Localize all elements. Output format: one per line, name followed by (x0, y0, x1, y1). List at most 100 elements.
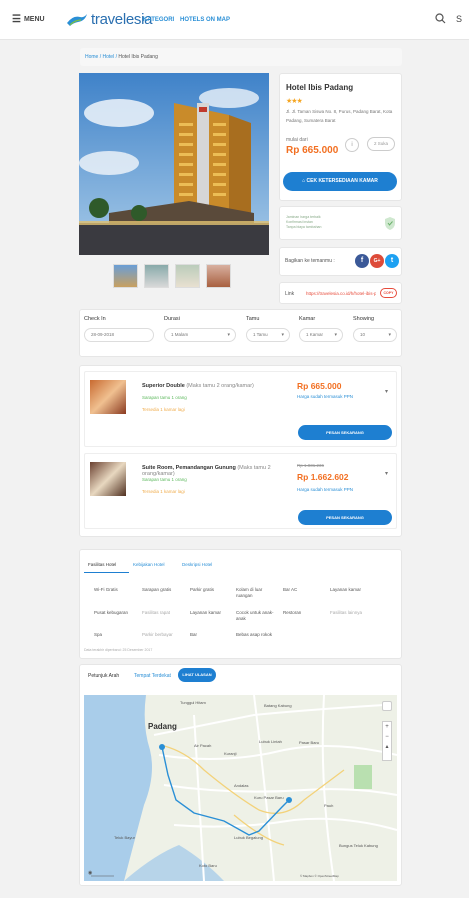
facility-item: Bar (190, 632, 198, 637)
view-reviews-button[interactable]: LIHAT ULASAN (178, 668, 216, 682)
price-from-label: mulai dari (286, 137, 308, 143)
thumbnail-4[interactable] (206, 264, 231, 288)
facilities-updated-note: Data terakhir diperbarui: 25 Desember 20… (84, 648, 153, 652)
facilities-card (79, 549, 402, 659)
thumbnail-2[interactable] (144, 264, 169, 288)
breadcrumb-home[interactable]: Home (85, 54, 98, 60)
guest-select[interactable]: 1 Tamu ▾ (246, 328, 290, 342)
showing-value: 10 (360, 332, 366, 337)
tab-description[interactable]: Deskripsi Hotel (182, 562, 212, 567)
share-url[interactable]: https://travelesia.co.id/h/hotel-ibis-pa… (306, 291, 376, 296)
link-label: Link (285, 291, 295, 297)
book-room-button[interactable]: PESAN SEKARANG (298, 425, 392, 440)
share-label: Bagikan ke temanmu : (285, 258, 335, 264)
breadcrumb: Home / Hotel / Hotel Ibis Padang (80, 48, 402, 66)
google-plus-icon[interactable]: G+ (370, 254, 384, 268)
map-label: Air Pacah (194, 743, 212, 748)
hotel-main-photo[interactable] (79, 73, 269, 255)
map-label: Tunggul Hitam (180, 700, 206, 705)
compass-icon[interactable]: ▴ (383, 742, 391, 752)
facility-item: Restoran (283, 610, 302, 615)
guest-value: 1 Tamu (253, 332, 268, 337)
chevron-down-icon: ▾ (334, 332, 337, 338)
nav-hotels-on-map[interactable]: HOTELS ON MAP (180, 17, 230, 23)
guarantee-notice-text: Jaminan harga terbaik Konfirmasi instan … (286, 215, 376, 230)
breadcrumb-hotel[interactable]: Hotel (103, 54, 115, 60)
facility-item: Parkir berbayar (142, 632, 173, 637)
map-label: Teluk Bayur (114, 835, 135, 840)
hotel-price: Rp 665.000 (286, 145, 339, 156)
logo[interactable]: travelesia (66, 11, 153, 28)
room-tax-note: Harga sudah termasuk PPN (297, 394, 354, 399)
map-canvas (84, 695, 397, 881)
hamburger-icon: ☰ (12, 14, 21, 25)
facility-item: Fasilitas rapat (142, 610, 171, 615)
room-breakfast: Sarapan tamu 1 orang (142, 477, 187, 482)
menu-button[interactable]: ☰ MENU (12, 14, 45, 25)
info-icon[interactable]: i (345, 138, 359, 152)
room-name: Superior Double (Maks tamu 2 orang/kamar… (142, 383, 292, 389)
facility-item: Fasilitas lainnya (330, 610, 363, 615)
nav-kategori[interactable]: KATEGORI (143, 17, 174, 23)
check-availability-button[interactable]: ⌂ CEK KETERSEDIAAN KAMAR (283, 172, 397, 191)
star-rating: ★★★ (286, 98, 303, 105)
top-navigation-bar: ☰ MENU travelesia KATEGORI HOTELS ON MAP… (0, 0, 469, 40)
my-location-icon[interactable] (382, 701, 392, 711)
map-logo-icon: ◉ (88, 870, 93, 876)
copy-link-button[interactable]: COPY (380, 288, 397, 298)
zoom-out-button[interactable]: − (383, 732, 391, 742)
thumbnail-1[interactable] (113, 264, 138, 288)
like-button[interactable]: 2 Suka (367, 137, 395, 151)
twitter-icon[interactable]: t (385, 254, 399, 268)
room-breakfast: Sarapan tamu 1 orang (142, 395, 187, 400)
menu-label: MENU (23, 16, 45, 23)
room-photo[interactable] (90, 380, 126, 414)
search-icon[interactable] (435, 13, 446, 24)
map-label: Andalas (234, 783, 249, 788)
map-attribution: © Mapbox © OpenStreetMap (300, 874, 339, 878)
room-count-select[interactable]: 1 Kamar ▾ (299, 328, 343, 342)
chevron-down-icon: ▾ (281, 332, 284, 338)
checkin-date-field[interactable]: 28-09-2018 (84, 328, 154, 342)
zoom-in-button[interactable]: + (383, 722, 391, 732)
tab-directions[interactable]: Petunjuk Arah (88, 673, 119, 679)
shield-icon (385, 217, 395, 230)
duration-select[interactable]: 1 Malam ▾ (164, 328, 236, 342)
map-label: Bungus Teluk Kabung (339, 843, 378, 848)
room-original-price: Rp 1.831.236 (297, 463, 325, 468)
chevron-down-icon: ▾ (227, 332, 230, 338)
hotel-address: Jl. Jl. Taman Siswa No. 8, Purus, Padang… (286, 109, 393, 123)
showing-label: Showing (353, 316, 375, 322)
tab-nearby-places[interactable]: Tempat Terdekat (134, 673, 171, 679)
map-view[interactable]: Padang Tunggul Hitam Batang Kabung Air P… (84, 695, 397, 881)
room-tax-note: Harga sudah termasuk PPN (297, 487, 354, 492)
guest-label: Tamu (246, 316, 260, 322)
facility-item: Sarapan gratis (142, 587, 172, 592)
facility-item: Bar AC (283, 587, 298, 592)
guarantee-line: Tanpa biaya tambahan (286, 225, 322, 229)
chevron-down-icon[interactable]: ▾ (385, 470, 388, 477)
check-availability-label: CEK KETERSEDIAAN KAMAR (306, 178, 378, 184)
facility-item: Parkir gratis (190, 587, 215, 592)
chevron-down-icon: ▾ (388, 332, 391, 338)
showing-select[interactable]: 10 ▾ (353, 328, 397, 342)
breadcrumb-current: Hotel Ibis Padang (118, 54, 158, 60)
map-label: Koto Baru (199, 863, 217, 868)
map-label: Lubuk Lintah (259, 739, 282, 744)
zoom-controls: + − ▴ (382, 721, 392, 761)
room-title: Superior Double (142, 383, 185, 389)
facility-item: Layanan kamar (330, 587, 362, 592)
tab-policies[interactable]: Kebijakan Hotel (133, 562, 165, 567)
tab-facilities[interactable]: Fasilitas Hotel (88, 562, 116, 567)
thumbnail-3[interactable] (175, 264, 200, 288)
book-room-button[interactable]: PESAN SEKARANG (298, 510, 392, 525)
facebook-icon[interactable]: f (355, 254, 369, 268)
map-label: Batang Kabung (264, 703, 292, 708)
map-label: Lubuk Begalung (234, 835, 263, 840)
duration-label: Durasi (164, 316, 180, 322)
chevron-down-icon[interactable]: ▾ (385, 388, 388, 395)
duration-value: 1 Malam (171, 332, 189, 337)
room-photo[interactable] (90, 462, 126, 496)
facility-item: Layanan kamar (190, 610, 222, 615)
active-tab-indicator (84, 572, 129, 573)
